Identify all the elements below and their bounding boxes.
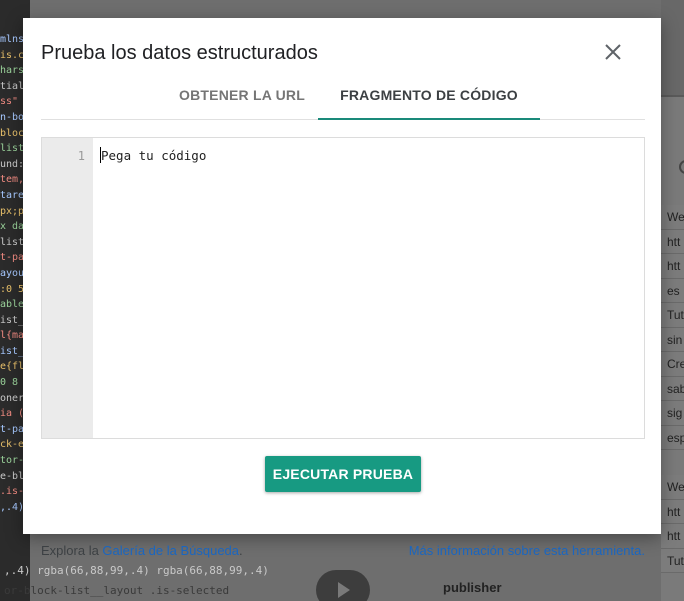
background-list-item: es	[661, 279, 684, 303]
background-list-item: Cre	[661, 352, 684, 377]
dialog-title: Prueba los datos estructurados	[41, 42, 318, 64]
play-icon	[316, 570, 370, 601]
background-list-item: sab	[661, 377, 684, 401]
background-list-item: htt	[661, 524, 684, 549]
line-number-gutter: 1	[42, 138, 93, 438]
background-list-item: We	[661, 205, 684, 230]
background-list-item: htt	[661, 254, 684, 279]
background-list: We htt htt Tut	[661, 475, 684, 573]
search-gallery-link[interactable]: Galería de la Búsqueda	[102, 543, 239, 558]
background-right-panel: WehtthttesTutsinCresabsigesp WehtthttTut	[661, 0, 684, 601]
background-code-line: or-block-list__layout .is-selected	[4, 584, 230, 597]
background-list-item: Tut	[661, 549, 684, 573]
tab-bar: OBTENER LA URL FRAGMENTO DE CÓDIGO	[41, 78, 645, 120]
footer-suffix: .	[239, 543, 243, 558]
line-number: 1	[77, 149, 85, 163]
more-info-link[interactable]: Más información sobre esta herramienta.	[409, 543, 645, 558]
background-code-line: ,.4) rgba(66,88,99,.4) rgba(66,88,99,.4)	[4, 564, 269, 577]
background-bottom-code: ,.4) rgba(66,88,99,.4) rgba(66,88,99,.4)…	[0, 561, 300, 601]
background-list-item: Tut	[661, 303, 684, 328]
tab-fetch-url[interactable]: OBTENER LA URL	[149, 78, 335, 119]
background-list-item: htt	[661, 230, 684, 254]
structured-data-test-dialog: Prueba los datos estructurados OBTENER L…	[23, 18, 661, 558]
background-publisher-label: publisher	[443, 580, 502, 595]
background-toolbar	[661, 0, 684, 95]
background-list-item: sin	[661, 328, 684, 352]
code-editor[interactable]: 1 Pega tu código	[41, 137, 645, 439]
background-list-item: htt	[661, 500, 684, 524]
background-list: WehtthttesTutsinCresabsigesp	[661, 205, 684, 450]
run-test-button[interactable]: EJECUTAR PRUEBA	[265, 456, 421, 492]
background-list-item: sig	[661, 401, 684, 426]
background-list-item: We	[661, 475, 684, 500]
footer-explore-text: Explora la Galería de la Búsqueda.	[41, 543, 243, 558]
close-icon-svg	[605, 44, 621, 60]
background-divider	[661, 95, 684, 97]
footer-prefix: Explora la	[41, 543, 103, 558]
tab-code-snippet[interactable]: FRAGMENTO DE CÓDIGO	[318, 78, 540, 120]
background-list-item: esp	[661, 426, 684, 450]
circle-icon	[679, 160, 684, 174]
editor-placeholder: Pega tu código	[101, 148, 207, 163]
close-icon[interactable]	[601, 40, 625, 64]
